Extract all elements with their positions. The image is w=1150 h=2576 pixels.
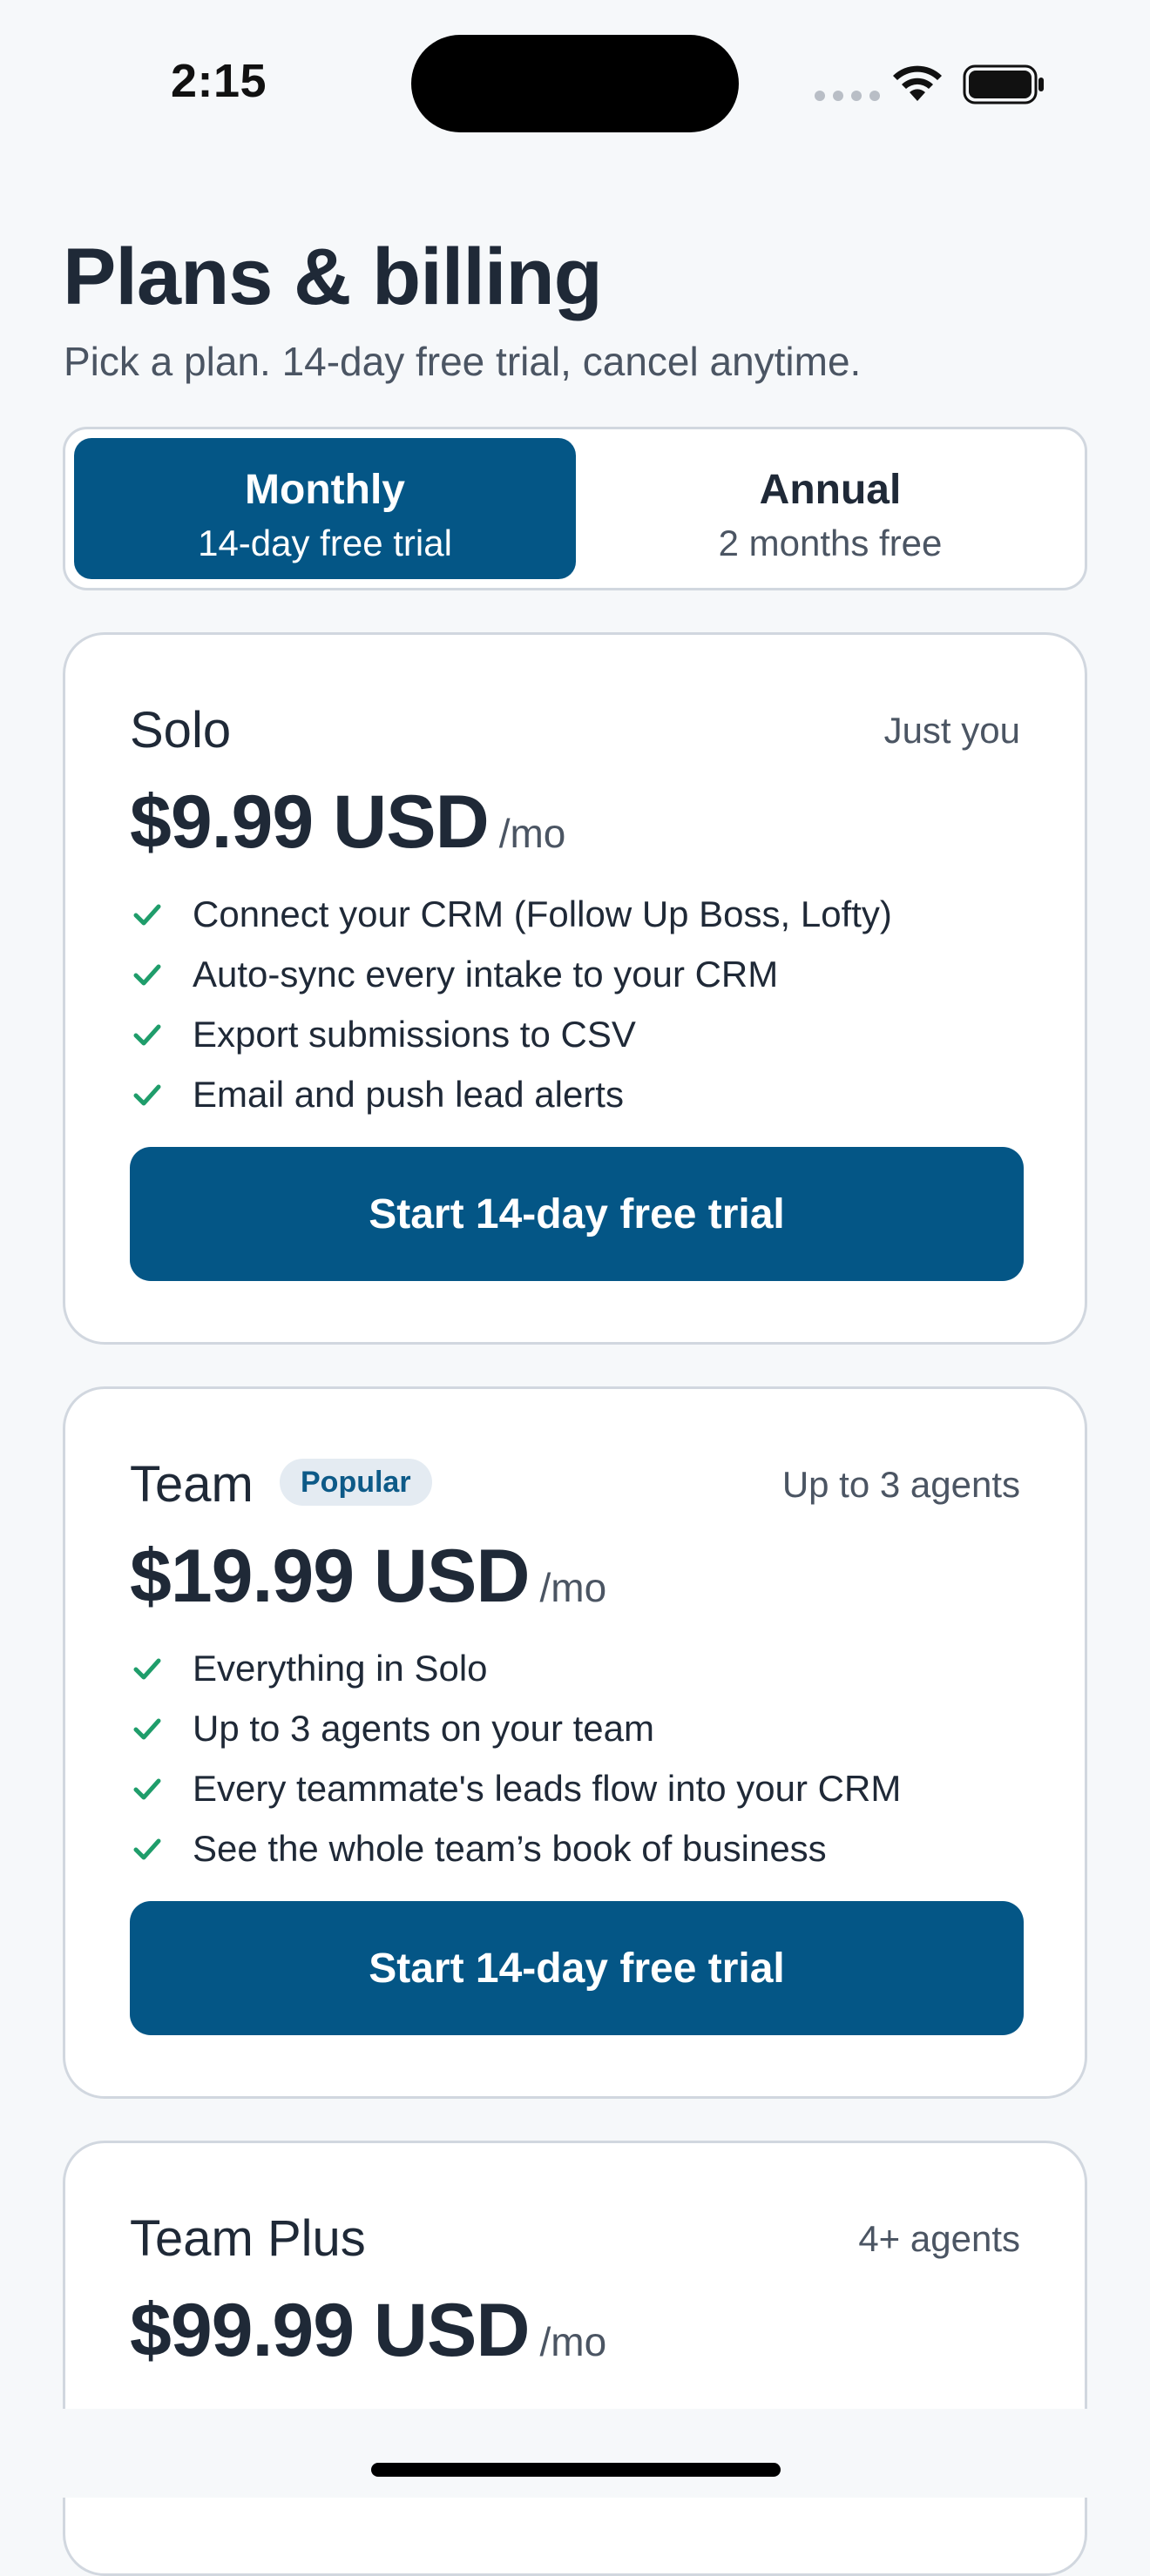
plan-price: $99.99 USD/mo <box>130 2288 606 2374</box>
feature-text: See the whole team’s book of business <box>193 1827 827 1869</box>
plan-scope: Up to 3 agents <box>781 1464 1020 1505</box>
price-amount: $19.99 USD <box>130 1534 531 1618</box>
feature-item: Up to 3 agents on your team <box>130 1698 901 1758</box>
feature-item: Connect your CRM (Follow Up Boss, Lofty) <box>130 884 892 944</box>
price-amount: $9.99 USD <box>130 780 490 864</box>
feature-list: Connect your CRM (Follow Up Boss, Lofty)… <box>130 884 892 1124</box>
monthly-option-title: Monthly <box>245 467 405 513</box>
price-amount: $99.99 USD <box>130 2289 531 2372</box>
check-icon <box>133 1718 161 1739</box>
popular-badge: Popular <box>280 1459 432 1506</box>
page-title: Plans & billing <box>63 233 603 321</box>
check-icon <box>133 1838 161 1859</box>
feature-item: See the whole team’s book of business <box>130 1818 901 1878</box>
feature-text: Every teammate's leads flow into your CR… <box>193 1767 902 1809</box>
feature-text: Everything in Solo <box>193 1647 488 1689</box>
plan-scope: Just you <box>883 710 1020 751</box>
feature-item: Export submissions to CSV <box>130 1004 892 1064</box>
plan-scope: 4+ agents <box>858 2218 1020 2259</box>
dynamic-island <box>411 35 739 132</box>
feature-item: Email and push lead alerts <box>130 1064 892 1124</box>
plan-name: Team Plus <box>130 2210 366 2267</box>
feature-text: Email and push lead alerts <box>193 1073 624 1115</box>
plan-card-team: Team Popular Up to 3 agents $19.99 USD/m… <box>63 1386 1087 2099</box>
wifi-icon <box>893 65 942 101</box>
price-period: /mo <box>498 811 566 856</box>
status-bar: 2:15 <box>0 0 1150 174</box>
feature-text: Up to 3 agents on your team <box>193 1707 654 1749</box>
plan-card-solo: Solo Just you $9.99 USD/mo Connect your … <box>63 632 1087 1345</box>
plan-price: $9.99 USD/mo <box>130 779 565 866</box>
start-trial-button-solo[interactable]: Start 14-day free trial <box>130 1147 1024 1281</box>
feature-text: Auto-sync every intake to your CRM <box>193 953 779 995</box>
feature-item: Everything in Solo <box>130 1638 901 1698</box>
check-icon <box>133 1778 161 1799</box>
monthly-option-subtitle: 14-day free trial <box>198 523 452 563</box>
check-icon <box>133 1658 161 1679</box>
price-period: /mo <box>539 2319 607 2364</box>
feature-text: Connect your CRM (Follow Up Boss, Lofty) <box>193 893 892 934</box>
price-period: /mo <box>539 1565 607 1610</box>
monthly-option[interactable]: Monthly 14-day free trial <box>74 438 576 579</box>
page-subtitle: Pick a plan. 14-day free trial, cancel a… <box>64 339 862 384</box>
feature-item: Auto-sync every intake to your CRM <box>130 944 892 1004</box>
battery-icon <box>963 64 1044 105</box>
billing-period-toggle: Monthly 14-day free trial Annual 2 month… <box>63 427 1087 590</box>
feature-list: Everything in Solo Up to 3 agents on you… <box>130 1638 901 1878</box>
bottom-safe-area <box>0 2409 1150 2498</box>
feature-text: Export submissions to CSV <box>193 1013 636 1055</box>
plan-name: Solo <box>130 702 232 759</box>
annual-option-subtitle: 2 months free <box>718 523 943 563</box>
feature-item: Every teammate's leads flow into your CR… <box>130 1758 901 1818</box>
plan-name: Team <box>130 1456 254 1513</box>
check-icon <box>133 1024 161 1045</box>
check-icon <box>133 964 161 985</box>
annual-option[interactable]: Annual 2 months free <box>579 438 1081 579</box>
home-indicator[interactable] <box>371 2463 781 2477</box>
status-time: 2:15 <box>171 55 267 107</box>
start-trial-button-team[interactable]: Start 14-day free trial <box>130 1901 1024 2035</box>
check-icon <box>133 1084 161 1105</box>
cellular-signal-icon <box>815 91 880 101</box>
plan-price: $19.99 USD/mo <box>130 1534 606 1620</box>
check-icon <box>133 904 161 925</box>
plan-card-team-plus: Team Plus 4+ agents $99.99 USD/mo <box>63 2141 1087 2576</box>
annual-option-title: Annual <box>759 467 902 513</box>
